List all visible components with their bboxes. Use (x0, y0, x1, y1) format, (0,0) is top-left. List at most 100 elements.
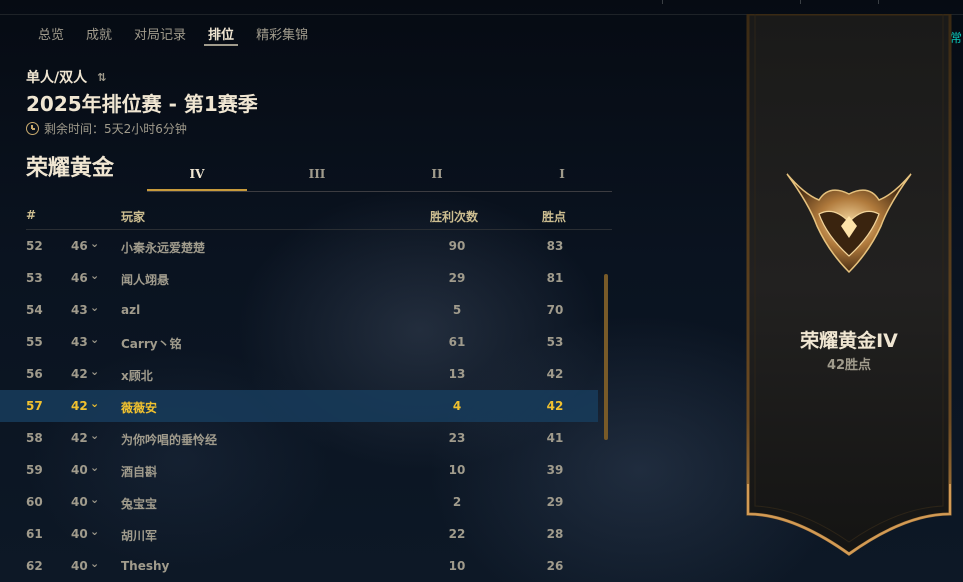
row-wins: 90 (448, 239, 466, 253)
row-player-name: azl (121, 303, 141, 317)
scrollbar-thumb[interactable] (604, 274, 608, 440)
row-rank: 55 (26, 335, 43, 349)
row-lp-trend: 42 (71, 399, 88, 413)
row-points: 83 (546, 239, 564, 253)
table-header: # 玩家 胜利次数 胜点 (26, 206, 612, 228)
row-wins: 29 (448, 271, 466, 285)
row-points: 42 (546, 399, 564, 413)
rank-banner (745, 12, 953, 559)
row-player-name: x顾北 (121, 369, 153, 383)
row-points: 41 (546, 431, 564, 445)
row-player-name: 小秦永远爱楚楚 (121, 241, 206, 255)
table-row[interactable]: 52 46 小秦永远爱楚楚 90 83 ⌄ (0, 230, 598, 262)
row-points: 26 (546, 559, 564, 573)
row-points: 70 (546, 303, 564, 317)
row-lp-trend: 40 (71, 495, 88, 509)
tab-ranked[interactable]: 排位 (204, 24, 239, 46)
row-rank: 58 (26, 431, 43, 445)
chevron-down-icon[interactable]: ⌄ (90, 429, 99, 442)
row-points: 81 (546, 271, 564, 285)
division-divider (147, 191, 612, 192)
row-player-name: 为你吟唱的垂怜经 (121, 433, 218, 447)
division-tab-i[interactable]: I (512, 160, 612, 190)
row-rank: 54 (26, 303, 43, 317)
row-rank: 52 (26, 239, 43, 253)
division-tab-ii[interactable]: II (387, 160, 487, 190)
row-player-name: Carry丶铭 (121, 337, 182, 351)
top-divider-mark (878, 0, 879, 4)
chevron-down-icon[interactable]: ⌄ (90, 365, 99, 378)
chevron-down-icon[interactable]: ⌄ (90, 333, 99, 346)
row-wins: 5 (452, 303, 462, 317)
table-row[interactable]: 60 40 兔宝宝 2 29 ⌄ (0, 486, 598, 518)
row-player-name: 胡川军 (121, 529, 158, 543)
row-lp-trend: 40 (71, 463, 88, 477)
row-lp-trend: 42 (71, 367, 88, 381)
table-row[interactable]: 54 43 azl 5 70 ⌄ (0, 294, 598, 326)
chevron-down-icon[interactable]: ⌄ (90, 461, 99, 474)
row-rank: 56 (26, 367, 43, 381)
tab-highlights[interactable]: 精彩集锦 (256, 24, 308, 44)
table-row[interactable]: 59 40 酒自斟 10 39 ⌄ (0, 454, 598, 486)
table-row[interactable]: 56 42 x顾北 13 42 ⌄ (0, 358, 598, 390)
banner-lp: 42胜点 (826, 358, 872, 373)
row-rank: 62 (26, 559, 43, 573)
row-wins: 23 (448, 431, 466, 445)
header-rank: # (26, 208, 37, 222)
row-rank: 53 (26, 271, 43, 285)
row-wins: 10 (448, 559, 466, 573)
row-lp-trend: 42 (71, 431, 88, 445)
row-rank: 61 (26, 527, 43, 541)
row-player-name: Theshy (121, 559, 170, 573)
row-wins: 2 (452, 495, 462, 509)
top-divider-mark (662, 0, 663, 4)
table-row[interactable]: 58 42 为你吟唱的垂怜经 23 41 ⌄ (0, 422, 598, 454)
queue-selector[interactable]: 单人/双人 ⇅ (26, 67, 106, 87)
row-rank: 57 (26, 399, 43, 413)
row-points: 39 (546, 463, 564, 477)
banner-shape (746, 12, 952, 556)
tab-achievements[interactable]: 成就 (86, 24, 112, 44)
row-lp-trend: 43 (71, 303, 88, 317)
chevron-down-icon[interactable]: ⌄ (90, 525, 99, 538)
season-title: 2025年排位赛 - 第1赛季 (26, 92, 258, 116)
queue-label: 单人/双人 (26, 70, 88, 86)
banner-tier: 荣耀黄金IV (800, 330, 898, 352)
table-row[interactable]: 62 40 Theshy 10 26 ⌄ (0, 550, 598, 582)
ladder-table: 52 46 小秦永远爱楚楚 90 83 ⌄ 53 46 闻人翊悬 29 81 ⌄ 54 43 azl 5 70 ⌄… (0, 230, 598, 582)
chevron-down-icon[interactable]: ⌄ (90, 301, 99, 314)
tab-overview[interactable]: 总览 (38, 24, 64, 44)
tab-match-history[interactable]: 对局记录 (134, 24, 186, 44)
division-tab-iv[interactable]: IV (147, 160, 247, 192)
row-rank: 59 (26, 463, 43, 477)
header-points: 胜点 (542, 210, 567, 224)
division-tabs: IV III II I (147, 160, 612, 192)
table-row[interactable]: 55 43 Carry丶铭 61 53 ⌄ (0, 326, 598, 358)
chevron-down-icon[interactable]: ⌄ (90, 557, 99, 570)
top-divider-mark (800, 0, 801, 4)
table-row[interactable]: 53 46 闻人翊悬 29 81 ⌄ (0, 262, 598, 294)
row-lp-trend: 46 (71, 239, 88, 253)
row-rank: 60 (26, 495, 43, 509)
profile-tabs: 总览 成就 对局记录 排位 精彩集锦 (38, 24, 330, 46)
header-wins: 胜利次数 (430, 210, 479, 224)
row-wins: 61 (448, 335, 466, 349)
row-player-name: 酒自斟 (121, 465, 158, 479)
chevron-down-icon[interactable]: ⌄ (90, 237, 99, 250)
gold-rank-emblem-icon (786, 173, 912, 274)
row-wins: 13 (448, 367, 466, 381)
clock-icon (26, 122, 39, 135)
row-wins: 10 (448, 463, 466, 477)
division-tab-iii[interactable]: III (267, 160, 367, 190)
sort-icon: ⇅ (97, 70, 107, 84)
row-wins: 4 (452, 399, 462, 413)
row-player-name: 兔宝宝 (121, 497, 158, 511)
chevron-down-icon[interactable]: ⌄ (90, 269, 99, 282)
row-lp-trend: 40 (71, 559, 88, 573)
remaining-time: 剩余时间：5天2小时6分钟 (44, 122, 187, 136)
season-remaining: 剩余时间：5天2小时6分钟 (26, 120, 187, 137)
table-row[interactable]: 61 40 胡川军 22 28 ⌄ (0, 518, 598, 550)
table-row[interactable]: 57 42 薇薇安 4 42 ⌄ (0, 390, 598, 422)
chevron-down-icon[interactable]: ⌄ (90, 397, 99, 410)
chevron-down-icon[interactable]: ⌄ (90, 493, 99, 506)
